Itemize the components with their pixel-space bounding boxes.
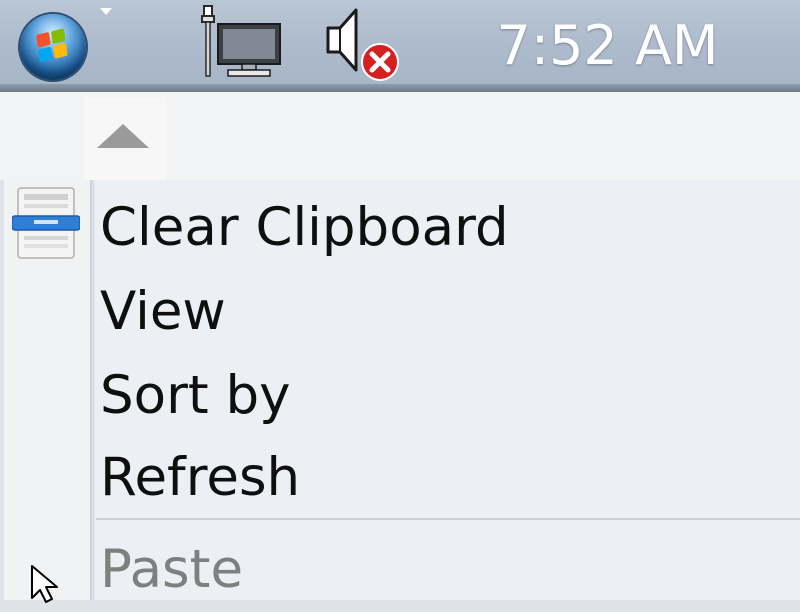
menu-item-label: Clear Clipboard <box>100 197 509 258</box>
menu-item-refresh[interactable]: Refresh <box>96 436 800 520</box>
windows-logo-icon <box>36 28 70 65</box>
menu-item-view[interactable]: View <box>96 270 800 354</box>
menu-separator <box>96 518 800 520</box>
menu-gutter-divider <box>90 180 95 600</box>
volume-muted-icon[interactable] <box>320 4 402 82</box>
menu-item-clear-clipboard[interactable]: Clear Clipboard <box>96 186 800 270</box>
menu-item-paste: Paste <box>96 528 800 612</box>
taskbar-divider <box>0 84 800 92</box>
menu-item-label: View <box>100 281 226 342</box>
menu-item-label: Refresh <box>100 447 301 508</box>
start-button[interactable] <box>20 14 86 80</box>
menu-item-sort-by[interactable]: Sort by <box>96 354 800 438</box>
menu-item-label: Paste <box>100 539 244 600</box>
clock[interactable]: 7:52 AM <box>470 14 745 78</box>
scroll-up-arrow-icon <box>97 124 149 148</box>
menu-item-label: Sort by <box>100 365 291 426</box>
mouse-cursor-icon <box>31 565 58 603</box>
network-computer-icon[interactable] <box>198 4 284 80</box>
clipboard-icon <box>12 187 80 259</box>
chevron-down-icon[interactable] <box>100 8 112 15</box>
